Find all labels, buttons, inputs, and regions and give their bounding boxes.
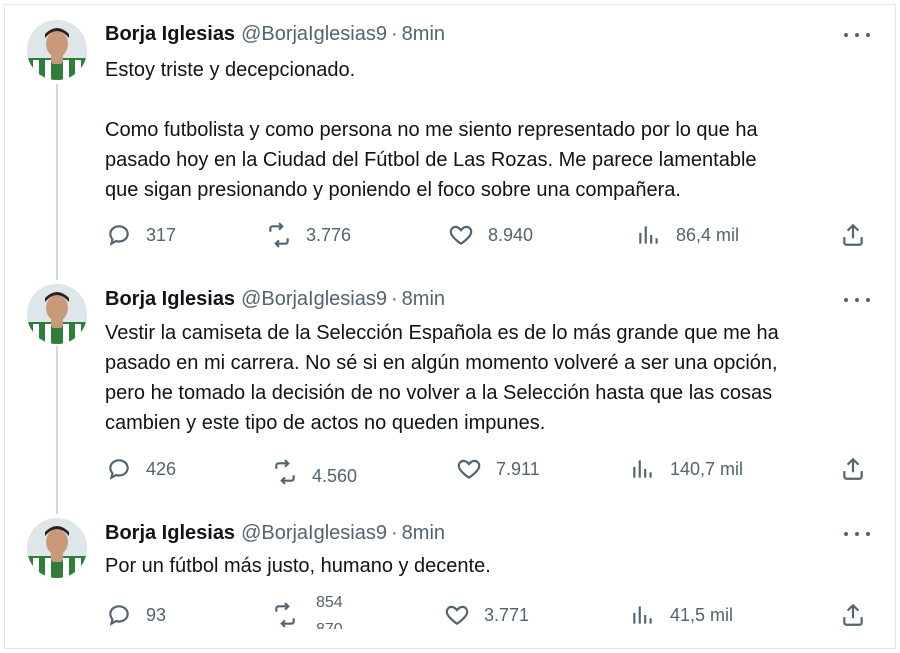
- retweet-button[interactable]: 3.776: [266, 222, 351, 248]
- reply-count: 426: [146, 458, 177, 479]
- tweet-line: cambien y este tipo de actos no queden i…: [105, 412, 546, 434]
- reply-icon: [109, 459, 129, 480]
- views-count: 86,4 mil: [676, 224, 740, 245]
- author-handle[interactable]: @BorjaIglesias9: [241, 288, 387, 310]
- views-count: 140,7 mil: [670, 458, 744, 479]
- tweet-line: Estoy triste y decepcionado.: [105, 59, 356, 81]
- timestamp[interactable]: 8min: [402, 23, 445, 45]
- retweet-count: 3.776: [306, 224, 352, 245]
- like-button[interactable]: 8.940: [448, 222, 533, 248]
- retweet-count-clip: 870: [316, 622, 343, 629]
- like-count: 3.771: [484, 604, 530, 625]
- avatar[interactable]: [27, 284, 87, 344]
- tweet-line: pero he tomado la decisión de no volver …: [105, 382, 773, 404]
- reply-icon: [109, 225, 129, 246]
- share-button[interactable]: [840, 222, 866, 253]
- share-icon: [843, 603, 863, 626]
- reply-icon: [109, 605, 129, 626]
- tweet-header: Borja Iglesias @BorjaIglesias9 · 8min: [105, 521, 445, 545]
- separator: ·: [391, 23, 398, 45]
- avatar[interactable]: [27, 20, 87, 80]
- separator: ·: [391, 522, 398, 544]
- tweet-3[interactable]: Borja Iglesias @BorjaIglesias9 · 8min Por u…: [0, 506, 900, 646]
- like-button[interactable]: 3.771: [444, 602, 529, 628]
- like-count: 8.940: [488, 224, 534, 245]
- views-button[interactable]: 140,7 mil: [630, 456, 743, 482]
- retweet-icon: [275, 458, 295, 485]
- author-name[interactable]: Borja Iglesias: [105, 288, 235, 310]
- tweet-line: Por un fútbol más justo, humano y decent…: [105, 555, 491, 577]
- more-icon[interactable]: [844, 290, 870, 310]
- tweet-text: Estoy triste y decepcionado. Como futbol…: [105, 55, 875, 205]
- reply-count: 317: [146, 224, 177, 245]
- more-icon[interactable]: [844, 25, 870, 45]
- heart-icon: [449, 225, 473, 245]
- share-icon: [843, 457, 863, 480]
- retweet-icon: [275, 602, 295, 628]
- reply-button[interactable]: 93: [106, 602, 166, 628]
- author-handle[interactable]: @BorjaIglesias9: [241, 522, 387, 544]
- tweet-line: que sigan presionando y poniendo el foco…: [105, 179, 681, 201]
- tweet-line: pasado hoy en la Ciudad del Fútbol de La…: [105, 149, 757, 171]
- reply-count: 93: [146, 604, 167, 625]
- heart-icon: [445, 605, 469, 625]
- author-name[interactable]: Borja Iglesias: [105, 23, 235, 45]
- retweet-button[interactable]: [272, 602, 298, 628]
- retweet-count-top: 854: [316, 594, 343, 611]
- share-button[interactable]: [840, 602, 866, 633]
- tweet-text: Vestir la camiseta de la Selección Españ…: [105, 318, 875, 438]
- views-icon: [633, 606, 652, 624]
- retweet-count-bottom: 870: [316, 622, 343, 629]
- retweet-icon: [269, 222, 289, 248]
- tweet-2[interactable]: Borja Iglesias @BorjaIglesias9 · 8min Vesti…: [0, 270, 900, 506]
- share-button[interactable]: [840, 456, 866, 487]
- tweet-line: pasado en mi carrera. No sé si en algún …: [105, 352, 778, 374]
- timestamp[interactable]: 8min: [402, 288, 445, 310]
- separator: ·: [391, 288, 398, 310]
- retweet-count: 4.560: [312, 466, 358, 486]
- views-count: 41,5 mil: [670, 604, 734, 625]
- views-button[interactable]: 86,4 mil: [636, 222, 739, 248]
- author-name[interactable]: Borja Iglesias: [105, 522, 235, 544]
- reply-button[interactable]: 317: [106, 222, 176, 248]
- avatar[interactable]: [27, 518, 87, 578]
- more-icon[interactable]: [844, 524, 870, 544]
- author-handle[interactable]: @BorjaIglesias9: [241, 23, 387, 45]
- share-icon: [843, 223, 863, 246]
- views-button[interactable]: 41,5 mil: [630, 602, 733, 628]
- tweet-line: Vestir la camiseta de la Selección Españ…: [105, 322, 779, 344]
- retweet-button[interactable]: 4.560: [272, 456, 357, 487]
- heart-icon: [457, 459, 481, 479]
- views-icon: [633, 460, 652, 478]
- tweet-header: Borja Iglesias @BorjaIglesias9 · 8min: [105, 287, 445, 311]
- tweet-line: Como futbolista y como persona no me sie…: [105, 119, 758, 141]
- like-count: 7.911: [496, 458, 540, 479]
- views-icon: [639, 226, 658, 244]
- reply-button[interactable]: 426: [106, 456, 176, 482]
- timestamp[interactable]: 8min: [402, 522, 445, 544]
- like-button[interactable]: 7.911: [456, 456, 540, 482]
- tweet-header: Borja Iglesias @BorjaIglesias9 · 8min: [105, 22, 445, 46]
- tweet-text: Por un fútbol más justo, humano y decent…: [105, 551, 875, 581]
- tweet-1[interactable]: Borja Iglesias @BorjaIglesias9 · 8min Estoy…: [0, 0, 900, 270]
